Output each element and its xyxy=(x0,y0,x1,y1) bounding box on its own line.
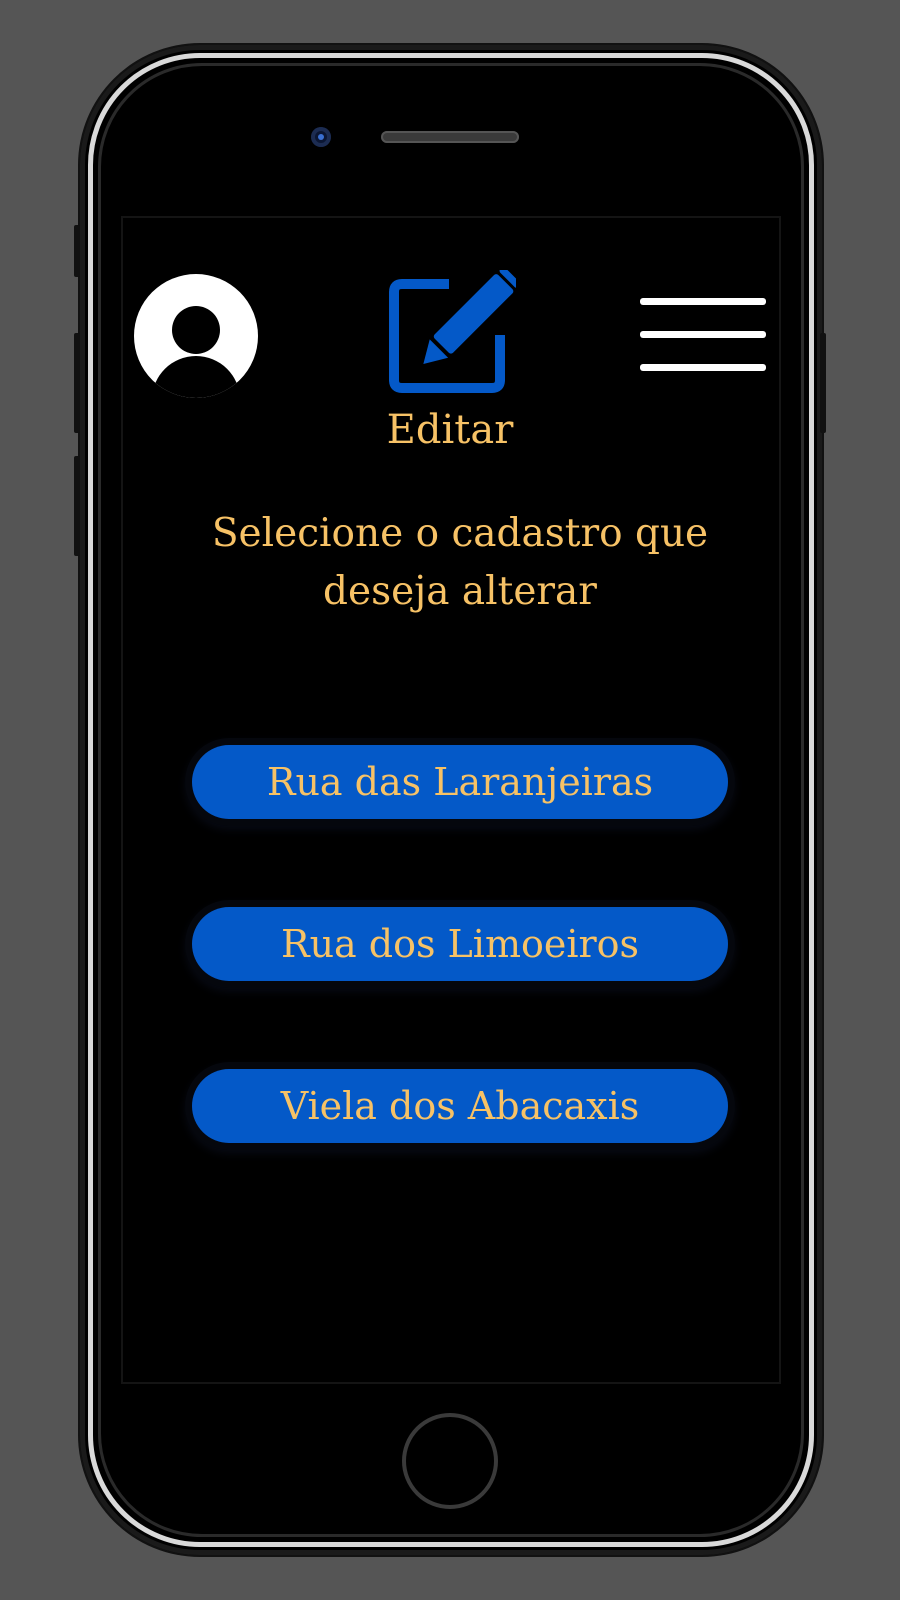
power-button xyxy=(820,333,826,433)
page-title: Editar xyxy=(386,407,514,453)
hamburger-menu-icon[interactable] xyxy=(640,298,766,372)
front-camera-icon xyxy=(311,127,331,147)
volume-up-button xyxy=(74,333,80,433)
record-button-rua-dos-limoeiros[interactable]: Rua dos Limoeiros xyxy=(192,907,728,981)
menu-line-bottom xyxy=(640,364,766,371)
user-avatar-icon[interactable] xyxy=(134,274,258,398)
menu-line-top xyxy=(640,298,766,305)
selection-prompt: Selecione o cadastro que deseja alterar xyxy=(211,511,709,614)
edit-pencil-icon xyxy=(389,270,516,393)
home-button[interactable] xyxy=(402,1413,498,1509)
record-button-rua-das-laranjeiras[interactable]: Rua das Laranjeiras xyxy=(192,745,728,819)
record-button-viela-dos-abacaxis[interactable]: Viela dos Abacaxis xyxy=(192,1069,728,1143)
volume-down-button xyxy=(74,456,80,556)
avatar-body xyxy=(152,356,240,398)
mute-switch xyxy=(74,225,80,277)
menu-line-middle xyxy=(640,331,766,338)
earpiece-speaker xyxy=(381,131,519,143)
avatar-head xyxy=(172,306,220,354)
